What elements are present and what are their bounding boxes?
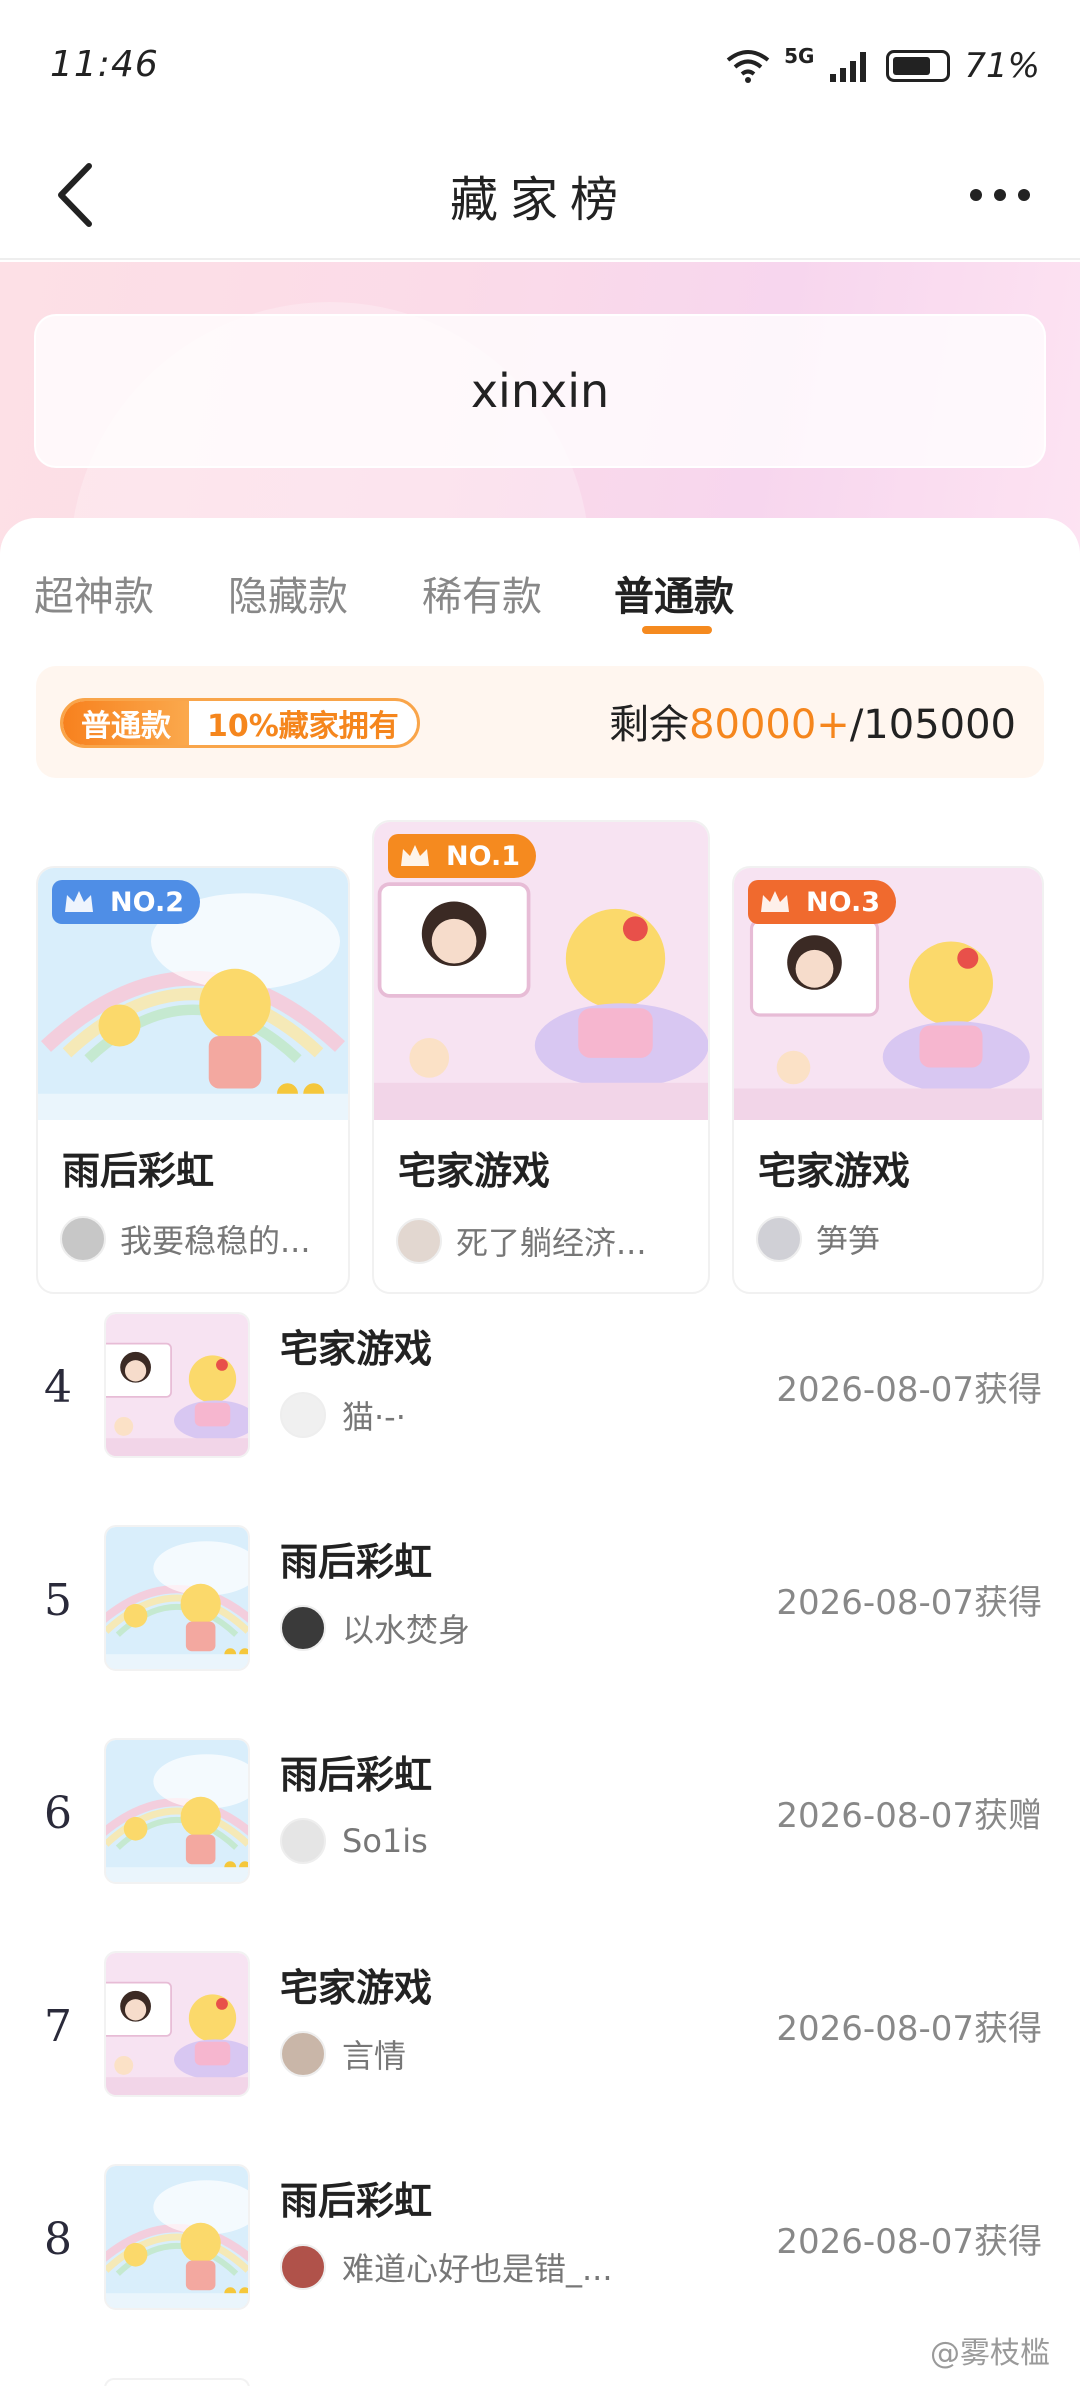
tab-chaoshen[interactable]: 超神款: [34, 564, 154, 622]
podium-card-no1[interactable]: NO.1 宅家游戏 死了躺经济...: [372, 820, 710, 1294]
item-title: 雨后彩虹: [280, 1753, 433, 1797]
rarity-pill: 普通款 10%藏家拥有: [60, 698, 420, 748]
wifi-icon: [726, 50, 770, 83]
crown-icon: [761, 891, 789, 912]
avatar: [60, 1216, 106, 1262]
item-title: 雨后彩虹: [280, 2179, 433, 2223]
status-time: 11:46: [50, 44, 159, 85]
list-item[interactable]: 5 雨后彩虹 以水焚身 2026-08-07获得: [0, 1525, 1080, 1675]
signal-icon: [830, 52, 867, 82]
status-icons: 5G 71%: [726, 44, 1040, 86]
podium-username: 我要稳稳的...: [120, 1222, 311, 1260]
search-display[interactable]: xinxin: [34, 314, 1046, 468]
rank-badge: NO.2: [52, 880, 200, 924]
avatar: [280, 1605, 326, 1651]
acquired-date: 2026-08-07获得: [776, 1370, 1042, 1410]
more-button[interactable]: [950, 160, 1050, 230]
item-title: 雨后彩虹: [280, 1540, 433, 1584]
item-thumbnail: [104, 1525, 250, 1671]
crown-icon: [401, 845, 429, 866]
battery-icon: [886, 50, 951, 82]
tab-xiyou[interactable]: 稀有款: [422, 564, 542, 622]
username: 猫·-·: [342, 1398, 406, 1436]
tab-putong[interactable]: 普通款: [614, 564, 734, 622]
item-user: 以水焚身: [280, 1605, 470, 1651]
rarity-tabs: 超神款 隐藏款 稀有款 普通款: [0, 544, 1080, 644]
podium-title: 宅家游戏: [398, 1149, 551, 1193]
list-item[interactable]: 8 雨后彩虹 难道心好也是错_... 2026-08-07获得: [0, 2164, 1080, 2314]
podium-user: 我要稳稳的...: [60, 1216, 311, 1262]
rank-number: 7: [44, 2001, 72, 2052]
content-panel: 超神款 隐藏款 稀有款 普通款 普通款 10%藏家拥有 剩余80000+/105…: [0, 518, 1080, 2386]
acquired-date: 2026-08-07获得: [776, 2222, 1042, 2262]
rank-number: 8: [44, 2214, 72, 2265]
nav-header: 藏家榜: [0, 130, 1080, 260]
podium-title: 宅家游戏: [758, 1149, 911, 1193]
item-thumbnail: [104, 1738, 250, 1884]
username: 难道心好也是错_...: [342, 2250, 613, 2288]
list-item[interactable]: 6 雨后彩虹 So1is 2026-08-07获赠: [0, 1738, 1080, 1888]
acquired-date: 2026-08-07获赠: [776, 1796, 1042, 1836]
item-title: 宅家游戏: [280, 1327, 433, 1371]
item-user: 言情: [280, 2031, 406, 2077]
hero-banner: xinxin: [0, 262, 1080, 822]
acquired-date: 2026-08-07获得: [776, 2009, 1042, 2049]
podium-user: 笋笋: [756, 1216, 880, 1262]
list-item[interactable]: 4 宅家游戏 猫·-· 2026-08-07获得: [0, 1312, 1080, 1462]
podium-user: 死了躺经济...: [396, 1218, 647, 1264]
item-title: 宅家游戏: [280, 1966, 433, 2010]
remaining-count: 剩余80000+/105000: [609, 692, 1016, 750]
avatar: [280, 1392, 326, 1438]
avatar: [280, 2244, 326, 2290]
avatar: [396, 1218, 442, 1264]
remain-total: /105000: [849, 702, 1016, 748]
rank-badge: NO.3: [748, 880, 896, 924]
podium-username: 死了躺经济...: [456, 1224, 647, 1262]
owned-ratio: 10%藏家拥有: [207, 709, 399, 744]
next-item-thumbnail-partial: [104, 2378, 250, 2386]
username: 以水焚身: [342, 1611, 471, 1649]
podium-card-no3[interactable]: NO.3 宅家游戏 笋笋: [732, 866, 1044, 1294]
rarity-tag: 普通款: [63, 701, 189, 745]
network-label: 5G: [784, 44, 815, 68]
rank-number: 6: [44, 1788, 72, 1839]
more-dots-icon: [970, 189, 982, 201]
item-user: So1is: [280, 1818, 428, 1864]
item-user: 猫·-·: [280, 1392, 406, 1438]
watermark: @雾枝槛: [930, 2336, 1050, 2371]
item-thumbnail: [104, 1951, 250, 2097]
username: So1is: [342, 1822, 428, 1860]
item-thumbnail: [104, 1312, 250, 1458]
rank-badge: NO.1: [388, 834, 536, 878]
avatar: [280, 1818, 326, 1864]
item-thumbnail: [104, 2164, 250, 2310]
status-bar: 11:46 5G 71%: [0, 0, 1080, 130]
acquired-date: 2026-08-07获得: [776, 1583, 1042, 1623]
item-user: 难道心好也是错_...: [280, 2244, 613, 2290]
avatar: [756, 1216, 802, 1262]
active-tab-indicator: [642, 626, 712, 634]
podium-title: 雨后彩虹: [62, 1149, 215, 1193]
avatar: [280, 2031, 326, 2077]
rank-number: 4: [44, 1362, 72, 1413]
username: 言情: [342, 2037, 407, 2075]
remain-prefix: 剩余: [609, 702, 690, 748]
crown-icon: [65, 891, 93, 912]
podium-card-no2[interactable]: NO.2 雨后彩虹 我要稳稳的...: [36, 866, 350, 1294]
rarity-summary: 普通款 10%藏家拥有 剩余80000+/105000: [36, 666, 1044, 778]
battery-percent: 71%: [964, 46, 1040, 86]
rank-number: 5: [44, 1575, 72, 1626]
podium-username: 笋笋: [816, 1222, 881, 1260]
list-item[interactable]: 7 宅家游戏 言情 2026-08-07获得: [0, 1951, 1080, 2101]
page-title: 藏家榜: [449, 172, 630, 228]
remain-count: 80000+: [689, 702, 850, 748]
tab-yincang[interactable]: 隐藏款: [228, 564, 348, 622]
